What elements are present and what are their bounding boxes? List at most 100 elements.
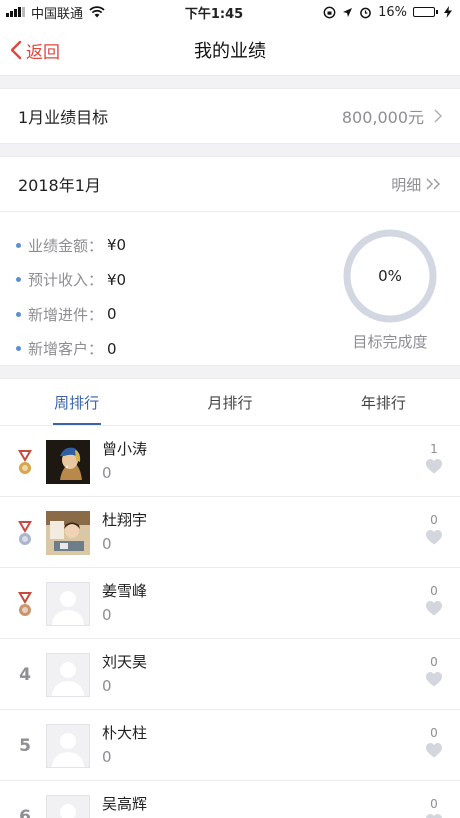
monthly-target-row[interactable]: 1月业绩目标 800,000元: [0, 88, 460, 144]
tab-weekly[interactable]: 周排行: [0, 379, 153, 425]
heart-icon: [426, 814, 442, 818]
stat-value: ¥0: [107, 236, 127, 255]
bullet-icon: [16, 311, 21, 317]
alarm-icon: [360, 7, 371, 18]
chevron-left-icon: [10, 40, 22, 60]
stat-label: 预计收入：: [28, 271, 104, 290]
ranking-row[interactable]: 6吴高辉00: [0, 781, 460, 818]
medal-icon: [18, 449, 32, 474]
charging-icon: [443, 6, 452, 18]
nav-bar: 返回 我的业绩: [0, 24, 460, 76]
status-bar: 中国联通 下午1:45 16%: [0, 0, 460, 24]
back-label: 返回: [26, 42, 60, 63]
battery-icon: [412, 7, 438, 17]
avatar-image: [46, 440, 90, 484]
rank-indicator: [12, 426, 38, 497]
target-value: 800,000元: [341, 108, 424, 127]
like-button[interactable]: 0: [424, 584, 444, 616]
member-name: 刘天昊: [102, 653, 148, 671]
avatar: [46, 724, 90, 768]
member-name: 朴大柱: [102, 724, 148, 742]
like-button[interactable]: 0: [424, 655, 444, 687]
stat-label: 新增客户：: [28, 340, 104, 359]
bullet-icon: [16, 242, 21, 248]
location-icon: [343, 7, 353, 17]
month-label: 2018年1月: [18, 176, 101, 195]
stat-item: 新增客户： 0: [16, 332, 126, 367]
bullet-icon: [16, 277, 21, 283]
month-header: 2018年1月 明细: [0, 156, 460, 212]
like-button[interactable]: 0: [424, 513, 444, 545]
stat-label: 业绩金额：: [28, 236, 104, 255]
detail-link[interactable]: 明细: [391, 174, 442, 195]
member-amount: 0: [102, 464, 112, 482]
double-chevron-right-icon: [426, 178, 440, 189]
like-button[interactable]: 0: [424, 797, 444, 818]
rank-indicator: 4: [12, 639, 38, 710]
rank-number: 5: [19, 735, 31, 756]
stat-value: 0: [107, 339, 117, 358]
avatar: [46, 795, 90, 818]
member-amount: 0: [102, 606, 112, 624]
heart-icon: [426, 530, 442, 545]
medal-icon: [18, 591, 32, 616]
avatar: [46, 511, 90, 555]
rank-indicator: [12, 497, 38, 568]
default-avatar-icon: [52, 733, 84, 767]
member-name: 吴高辉: [102, 795, 148, 813]
stat-item: 预计收入： ¥0: [16, 263, 126, 298]
stats-panel: 业绩金额： ¥0 预计收入： ¥0 新增进件： 0 新增客户： 0 0% 目标完…: [0, 212, 460, 366]
ranking-row[interactable]: 姜雪峰 0 0: [0, 568, 460, 639]
month-summary-card: 2018年1月 明细 业绩金额： ¥0 预计收入： ¥0 新增进件： 0 新增客…: [0, 156, 460, 366]
ranking-row[interactable]: 杜翔宇 0 0: [0, 497, 460, 568]
like-button[interactable]: 1: [424, 442, 444, 474]
status-time: 下午1:45: [184, 6, 244, 22]
like-count: 0: [430, 513, 438, 527]
rank-indicator: [12, 568, 38, 639]
tab-monthly[interactable]: 月排行: [153, 379, 306, 425]
member-amount: 0: [102, 677, 112, 695]
stat-item: 业绩金额： ¥0: [16, 228, 126, 263]
heart-icon: [426, 743, 442, 758]
back-button[interactable]: 返回: [10, 24, 60, 76]
rank-indicator: 5: [12, 710, 38, 781]
rotation-lock-icon: [323, 6, 336, 18]
stat-label: 新增进件：: [28, 305, 104, 324]
avatar: [46, 582, 90, 626]
avatar: [46, 653, 90, 697]
avatar-image: [46, 511, 90, 555]
like-count: 0: [430, 797, 438, 811]
like-count: 0: [430, 655, 438, 669]
ranking-row[interactable]: 曾小涛 0 1: [0, 426, 460, 497]
ranking-row[interactable]: 4 刘天昊 0 0: [0, 639, 460, 710]
battery-percent: 16%: [378, 4, 407, 20]
stat-value: ¥0: [107, 270, 127, 289]
avatar: [46, 440, 90, 484]
member-name: 姜雪峰: [102, 582, 148, 600]
bullet-icon: [16, 346, 21, 352]
like-count: 0: [430, 726, 438, 740]
member-name: 杜翔宇: [102, 511, 148, 529]
like-button[interactable]: 0: [424, 726, 444, 758]
member-name: 曾小涛: [102, 440, 148, 458]
member-amount: 0: [102, 748, 112, 766]
rank-indicator: 6: [12, 781, 38, 818]
ranking-list: 曾小涛01杜翔宇00姜雪峰004刘天昊005朴大柱006吴高辉00: [0, 426, 460, 818]
chevron-right-icon: [434, 109, 442, 123]
ranking-row[interactable]: 5 朴大柱 0 0: [0, 710, 460, 781]
member-amount: 0: [102, 535, 112, 553]
page-title: 我的业绩: [194, 40, 266, 62]
like-count: 1: [430, 442, 438, 456]
rank-number: 6: [19, 806, 31, 818]
default-avatar-icon: [60, 804, 76, 818]
stat-value: 0: [107, 305, 117, 324]
ranking-tabs: 周排行 月排行 年排行: [0, 378, 460, 426]
wifi-icon: [89, 6, 105, 18]
completion-caption: 目标完成度: [352, 333, 428, 351]
tab-yearly[interactable]: 年排行: [307, 379, 460, 425]
carrier-label: 中国联通: [31, 6, 84, 22]
like-count: 0: [430, 584, 438, 598]
completion-percent: 0%: [378, 267, 402, 285]
default-avatar-icon: [52, 662, 84, 696]
heart-icon: [426, 672, 442, 687]
